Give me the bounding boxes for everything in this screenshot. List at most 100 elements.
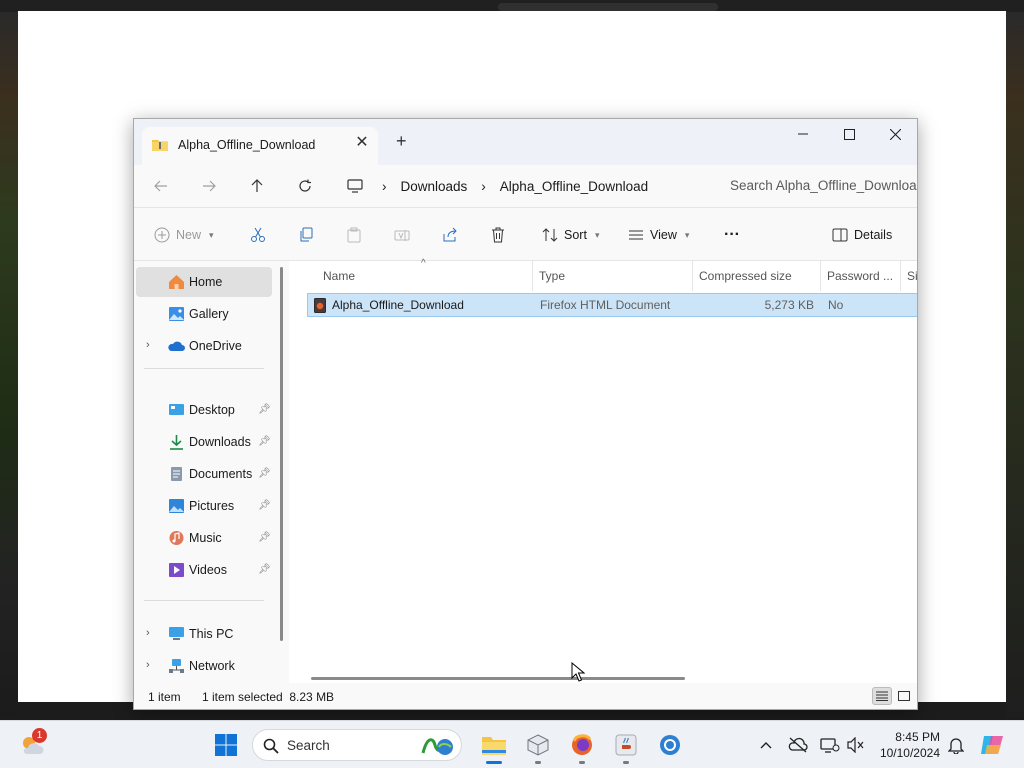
minimize-button[interactable] (780, 119, 826, 149)
paste-button[interactable] (346, 222, 362, 248)
sidebar-item-this-pc[interactable]: › This PC (136, 619, 272, 649)
column-header-label: Si (907, 269, 918, 283)
details-pane-icon (832, 228, 848, 242)
breadcrumb-alpha-offline-download[interactable]: Alpha_Offline_Download (500, 179, 648, 194)
tray-network[interactable] (816, 731, 844, 759)
navigation-pane-scrollbar[interactable] (280, 267, 283, 641)
search-box (718, 169, 917, 201)
pictures-icon (169, 499, 184, 513)
details-view-toggle[interactable] (872, 687, 892, 705)
tray-onedrive[interactable] (784, 731, 812, 759)
taskbar-firefox[interactable] (568, 731, 596, 759)
chevron-right-icon[interactable]: › (146, 339, 150, 351)
notification-badge: 1 (32, 728, 47, 743)
column-header-size[interactable]: Si (901, 261, 917, 291)
view-label: View (650, 228, 677, 242)
column-header-type[interactable]: Type (533, 261, 693, 291)
see-more-button[interactable]: ··· (724, 222, 740, 248)
plus-circle-icon (154, 227, 170, 243)
copilot-icon (981, 736, 1003, 754)
sidebar-item-home[interactable]: Home (136, 267, 272, 297)
notifications-button[interactable] (942, 731, 970, 759)
pin-icon: 📌︎ (258, 436, 271, 447)
bell-icon (948, 738, 964, 754)
close-window-button[interactable] (872, 119, 917, 149)
sidebar-item-desktop[interactable]: Desktop 📌︎ (136, 395, 272, 425)
cell-name: Alpha_Offline_Download (332, 298, 464, 312)
view-button[interactable]: View ▾ (628, 222, 689, 248)
arrow-right-icon (203, 180, 216, 192)
copilot-button[interactable] (978, 731, 1006, 759)
details-pane-button[interactable]: Details (832, 222, 892, 248)
sidebar-item-gallery[interactable]: Gallery (136, 299, 272, 329)
back-button[interactable] (148, 173, 174, 199)
show-hidden-icons-button[interactable] (752, 731, 780, 759)
up-button[interactable] (244, 173, 270, 199)
tab-alpha-offline-download[interactable]: Alpha_Offline_Download ✕ (142, 127, 378, 165)
start-button[interactable] (212, 731, 240, 759)
system-clock[interactable]: 8:45 PM 10/10/2024 (876, 729, 940, 761)
sidebar-item-documents[interactable]: Documents 📌︎ (136, 459, 272, 489)
chevron-right-icon[interactable]: › (146, 659, 150, 671)
sidebar-item-music[interactable]: Music 📌︎ (136, 523, 272, 553)
share-button[interactable] (442, 222, 458, 248)
sidebar-item-network[interactable]: › Network (136, 651, 272, 681)
taskbar-chrome[interactable] (656, 731, 684, 759)
desktop-icon (169, 404, 184, 415)
sort-button[interactable]: Sort ▾ (542, 222, 599, 248)
chevron-right-icon[interactable]: › (146, 627, 150, 639)
rename-button[interactable] (394, 222, 410, 248)
column-header-password[interactable]: Password ... (821, 261, 901, 291)
tab-close-button[interactable]: ✕ (354, 135, 370, 151)
column-header-compressed-size[interactable]: Compressed size (693, 261, 821, 291)
network-status-icon (820, 738, 840, 753)
navigation-bar: › Downloads › Alpha_Offline_Download (134, 165, 917, 207)
cut-button[interactable] (250, 222, 266, 248)
column-header-name[interactable]: Name (307, 261, 533, 291)
gallery-icon (169, 307, 184, 321)
file-explorer-window: Alpha_Offline_Download ✕ + › Downloads ›… (133, 118, 918, 710)
refresh-button[interactable] (292, 173, 318, 199)
cell-type: Firefox HTML Document (540, 298, 671, 312)
navigation-pane: Home Gallery › OneDrive Desktop 📌︎ Downl… (134, 261, 282, 683)
taskbar-file-explorer[interactable] (480, 731, 508, 759)
new-button[interactable]: New ▾ (154, 222, 214, 248)
forward-button[interactable] (196, 173, 222, 199)
details-label: Details (854, 228, 893, 242)
sidebar-item-label: Music (189, 531, 222, 545)
sidebar-item-videos[interactable]: Videos 📌︎ (136, 555, 272, 585)
tray-volume[interactable] (842, 731, 870, 759)
weather-widget[interactable]: 1 (18, 728, 47, 759)
chevron-down-icon: ▾ (209, 229, 214, 240)
sidebar-item-pictures[interactable]: Pictures 📌︎ (136, 491, 272, 521)
copy-button[interactable] (298, 222, 314, 248)
breadcrumb-downloads[interactable]: Downloads (401, 179, 468, 194)
this-pc-breadcrumb-button[interactable] (342, 173, 368, 199)
status-item-count: 1 item (148, 690, 181, 704)
large-icons-view-toggle[interactable] (894, 687, 914, 705)
search-icon (263, 738, 279, 754)
search-input[interactable] (718, 169, 917, 201)
sidebar-item-downloads[interactable]: Downloads 📌︎ (136, 427, 272, 457)
rename-icon (394, 230, 410, 241)
table-row[interactable]: Alpha_Offline_Download Firefox HTML Docu… (307, 293, 917, 317)
clock-date: 10/10/2024 (879, 746, 940, 760)
taskbar-java[interactable] (612, 731, 640, 759)
share-icon (443, 227, 457, 242)
taskbar-app-box[interactable] (524, 731, 552, 759)
horizontal-scrollbar[interactable] (311, 677, 685, 680)
sidebar-item-onedrive[interactable]: › OneDrive (136, 331, 272, 361)
pin-icon: 📌︎ (258, 500, 271, 511)
delete-button[interactable] (490, 222, 506, 248)
taskbar-search[interactable]: Search (252, 729, 462, 761)
sidebar-item-label: OneDrive (189, 339, 242, 353)
breadcrumb-chevron-icon: › (382, 178, 387, 194)
breadcrumb-chevron-icon: › (481, 178, 486, 194)
sort-label: Sort (564, 228, 587, 242)
status-bar: 1 item 1 item selected 8.23 MB (134, 683, 917, 709)
tiles-view-icon (898, 691, 910, 701)
sidebar-item-label: Gallery (189, 307, 229, 321)
maximize-button[interactable] (826, 119, 872, 149)
pin-icon: 📌︎ (258, 468, 271, 479)
new-tab-button[interactable]: + (396, 132, 407, 150)
